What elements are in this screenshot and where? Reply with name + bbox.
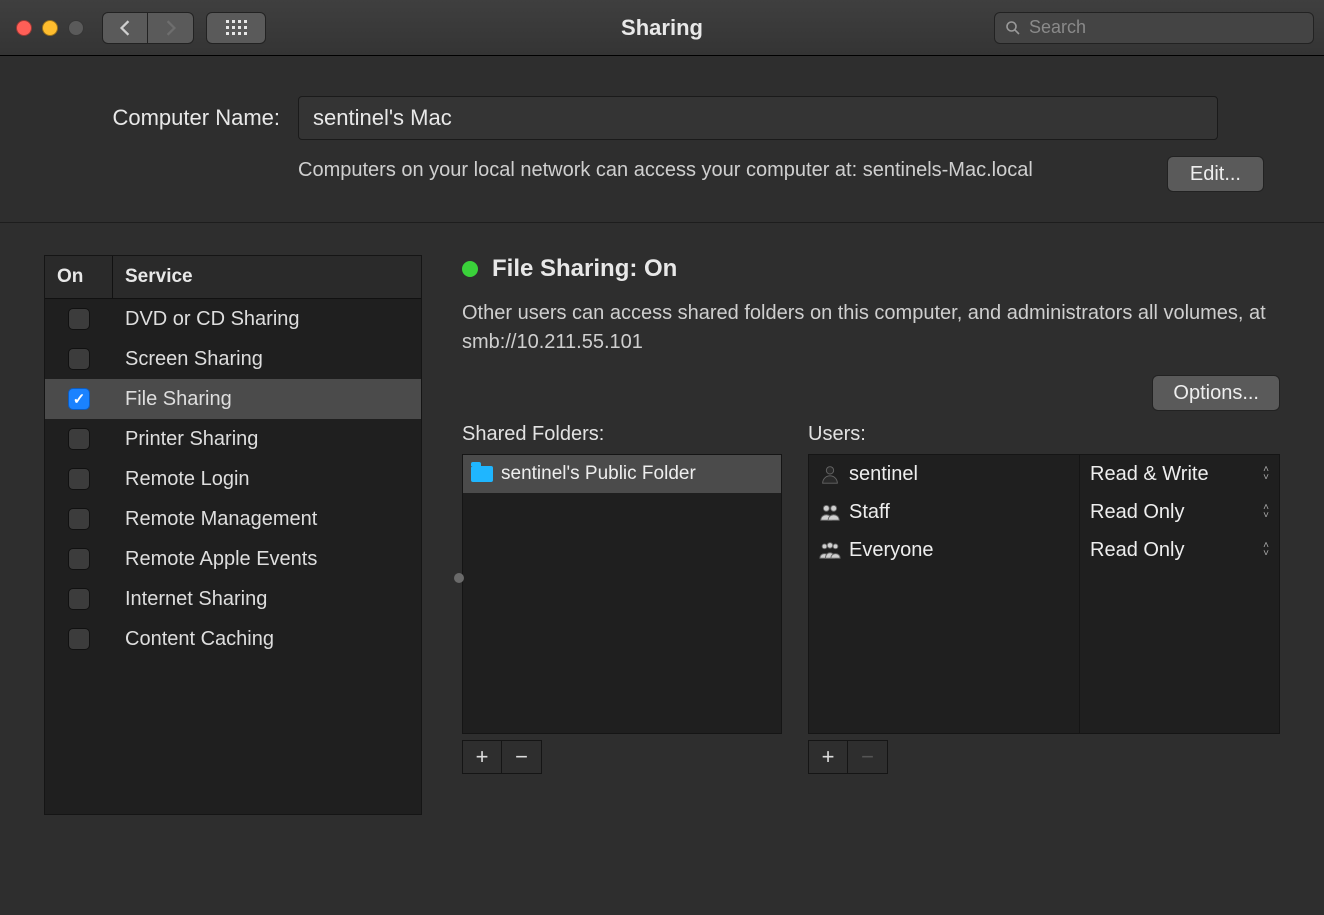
search-input[interactable]: [1029, 17, 1303, 38]
stepper-icon[interactable]: ˄˅: [1263, 466, 1269, 482]
service-label: Remote Apple Events: [113, 548, 421, 571]
service-checkbox[interactable]: [68, 388, 90, 410]
service-row[interactable]: Internet Sharing: [45, 579, 421, 619]
shared-folders-label: Shared Folders:: [462, 423, 782, 446]
services-header-service: Service: [113, 256, 421, 298]
permission-row[interactable]: Read Only ˄˅: [1080, 531, 1279, 569]
service-label: DVD or CD Sharing: [113, 308, 421, 331]
service-checkbox[interactable]: [68, 428, 90, 450]
remove-user-button: −: [848, 740, 888, 774]
folder-label: sentinel's Public Folder: [501, 463, 696, 485]
user-name: sentinel: [849, 463, 918, 486]
resize-handle-icon[interactable]: [454, 573, 464, 583]
service-detail: File Sharing: On Other users can access …: [462, 255, 1280, 882]
folder-icon: [471, 466, 493, 482]
permission-row[interactable]: Read Only ˄˅: [1080, 493, 1279, 531]
service-label: Remote Login: [113, 468, 421, 491]
maximize-icon: [68, 20, 84, 36]
add-user-button[interactable]: +: [808, 740, 848, 774]
service-row[interactable]: Screen Sharing: [45, 339, 421, 379]
users-list[interactable]: sentinelStaffEveryone Read & Write˄˅Read…: [808, 454, 1280, 734]
user-icon: [819, 501, 841, 523]
user-icon: [819, 539, 841, 561]
service-row[interactable]: DVD or CD Sharing: [45, 299, 421, 339]
sharing-content: On Service DVD or CD Sharing Screen Shari…: [0, 223, 1324, 882]
service-checkbox[interactable]: [68, 628, 90, 650]
titlebar: Sharing: [0, 0, 1324, 56]
search-field[interactable]: [994, 12, 1314, 44]
service-label: Printer Sharing: [113, 428, 421, 451]
service-checkbox[interactable]: [68, 508, 90, 530]
user-row[interactable]: Everyone: [809, 531, 1079, 569]
shared-folders-column: Shared Folders: sentinel's Public Folder…: [462, 423, 782, 774]
services-table: On Service DVD or CD Sharing Screen Shari…: [44, 255, 422, 815]
services-header: On Service: [45, 256, 421, 299]
grid-icon: [226, 20, 247, 35]
users-column: Users: sentinel Staff Everyone Read & Writ…: [808, 423, 1280, 774]
status-title: File Sharing: On: [492, 255, 677, 283]
service-label: Internet Sharing: [113, 588, 421, 611]
computer-name-input[interactable]: [298, 96, 1218, 140]
user-row[interactable]: Staff: [809, 493, 1079, 531]
service-checkbox[interactable]: [68, 348, 90, 370]
stepper-icon[interactable]: ˄˅: [1263, 504, 1269, 520]
permission-label: Read & Write: [1090, 463, 1209, 486]
service-checkbox[interactable]: [68, 468, 90, 490]
edit-button[interactable]: Edit...: [1167, 156, 1264, 192]
service-checkbox[interactable]: [68, 308, 90, 330]
computer-name-description: Computers on your local network can acce…: [298, 156, 1033, 184]
folder-row[interactable]: sentinel's Public Folder: [463, 455, 781, 493]
back-button[interactable]: [102, 12, 148, 44]
service-row[interactable]: Remote Login: [45, 459, 421, 499]
service-label: Content Caching: [113, 628, 421, 651]
add-folder-button[interactable]: +: [462, 740, 502, 774]
shared-folders-list[interactable]: sentinel's Public Folder: [462, 454, 782, 734]
user-name: Staff: [849, 501, 890, 524]
service-row[interactable]: File Sharing: [45, 379, 421, 419]
close-icon[interactable]: [16, 20, 32, 36]
service-checkbox[interactable]: [68, 588, 90, 610]
service-label: Remote Management: [113, 508, 421, 531]
service-checkbox[interactable]: [68, 548, 90, 570]
forward-button: [148, 12, 194, 44]
stepper-icon[interactable]: ˄˅: [1263, 542, 1269, 558]
user-row[interactable]: sentinel: [809, 455, 1079, 493]
search-icon: [1005, 20, 1021, 36]
nav-buttons: [102, 12, 194, 44]
services-header-on: On: [45, 256, 113, 298]
service-row[interactable]: Remote Management: [45, 499, 421, 539]
permission-row[interactable]: Read & Write ˄˅: [1080, 455, 1279, 493]
computer-name-section: Computer Name: Computers on your local n…: [0, 56, 1324, 223]
permission-label: Read Only: [1090, 501, 1185, 524]
permission-label: Read Only: [1090, 539, 1185, 562]
window-controls: [16, 20, 84, 36]
users-label: Users:: [808, 423, 1280, 446]
service-row[interactable]: Printer Sharing: [45, 419, 421, 459]
service-label: Screen Sharing: [113, 348, 421, 371]
status-description: Other users can access shared folders on…: [462, 299, 1280, 357]
user-icon: [819, 463, 841, 485]
service-row[interactable]: Content Caching: [45, 619, 421, 659]
user-name: Everyone: [849, 539, 934, 562]
options-button[interactable]: Options...: [1152, 375, 1280, 411]
status-indicator-icon: [462, 261, 478, 277]
minimize-icon[interactable]: [42, 20, 58, 36]
service-row[interactable]: Remote Apple Events: [45, 539, 421, 579]
remove-folder-button[interactable]: −: [502, 740, 542, 774]
computer-name-label: Computer Name:: [70, 105, 280, 131]
show-all-button[interactable]: [206, 12, 266, 44]
service-label: File Sharing: [113, 388, 421, 411]
